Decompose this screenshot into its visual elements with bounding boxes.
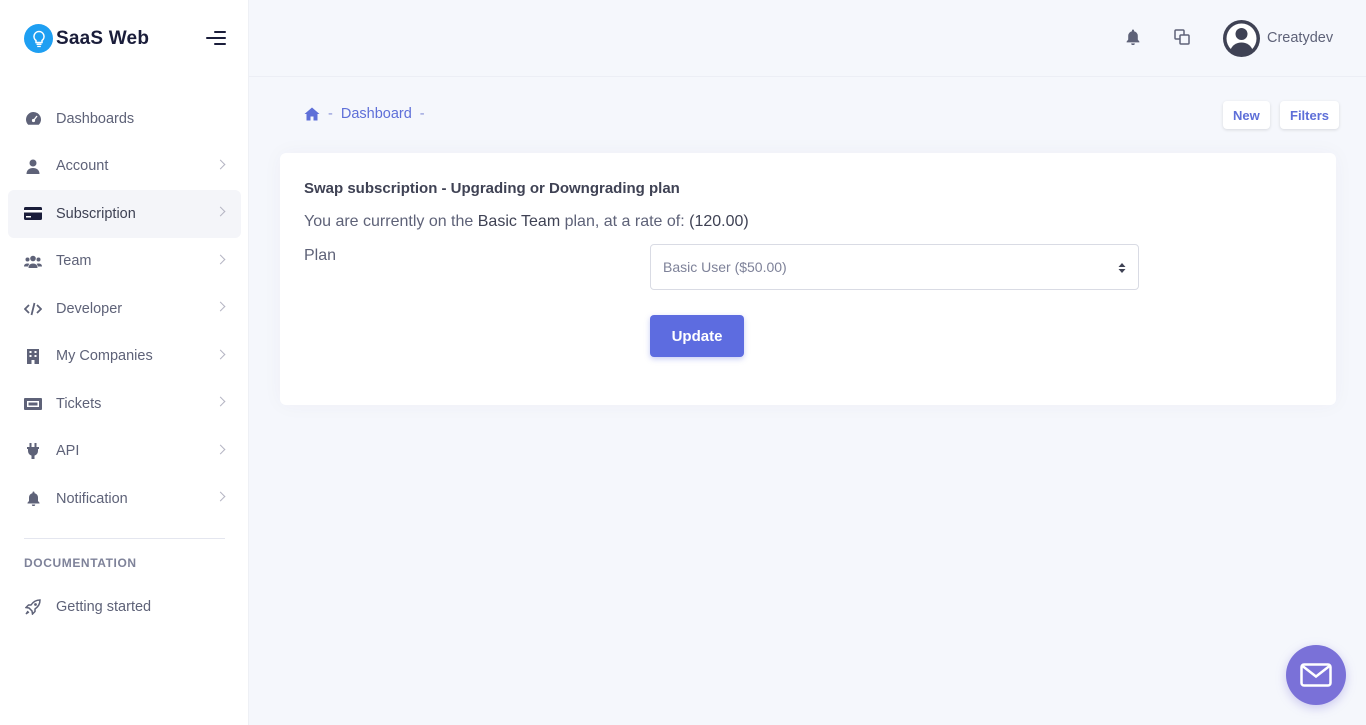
breadcrumb-separator: - bbox=[419, 106, 425, 122]
current-plan-text: You are currently on the Basic Team plan… bbox=[304, 213, 749, 231]
sidebar-nav: Dashboards Account Subscription Team Dev… bbox=[8, 95, 241, 523]
chevron-right-icon bbox=[215, 491, 226, 502]
sidebar-item-account[interactable]: Account bbox=[8, 143, 241, 191]
sidebar-item-tickets[interactable]: Tickets bbox=[8, 380, 241, 428]
building-icon bbox=[24, 347, 42, 365]
getting-started-link[interactable]: Getting started bbox=[8, 583, 241, 631]
filters-button[interactable]: Filters bbox=[1280, 101, 1340, 129]
breadcrumb: - Dashboard - bbox=[304, 106, 433, 122]
breadcrumb-separator: - bbox=[328, 106, 333, 122]
plug-icon bbox=[24, 442, 42, 460]
sidebar-item-dashboards[interactable]: Dashboards bbox=[8, 95, 241, 143]
chevron-right-icon bbox=[215, 349, 226, 359]
mail-fab-button[interactable] bbox=[1286, 645, 1346, 705]
sidebar-item-label: Developer bbox=[56, 300, 123, 317]
current-plan-name: Basic Team bbox=[477, 213, 561, 230]
current-plan-rate: (120.00) bbox=[689, 213, 749, 230]
chevron-right-icon bbox=[215, 254, 226, 264]
sidebar: SaaS Web Dashboards Account Subscription bbox=[0, 0, 249, 725]
sidebar-item-label: Subscription bbox=[56, 205, 136, 222]
plan-label: Plan bbox=[304, 247, 337, 264]
brand[interactable]: SaaS Web bbox=[24, 24, 149, 53]
user-icon bbox=[24, 157, 42, 175]
chevron-right-icon bbox=[215, 301, 226, 312]
sidebar-item-api[interactable]: API bbox=[8, 428, 241, 476]
getting-started-label: Getting started bbox=[56, 598, 152, 615]
username[interactable]: Creatydev bbox=[1267, 30, 1333, 46]
sidebar-item-label: Account bbox=[56, 158, 109, 175]
section-title-documentation: DOCUMENTATION bbox=[24, 556, 137, 570]
sort-arrows-icon bbox=[1118, 261, 1126, 273]
current-plan-middle: plan, at a rate of: bbox=[560, 213, 690, 230]
menu-toggle-icon[interactable] bbox=[206, 31, 226, 47]
sidebar-item-label: Tickets bbox=[56, 395, 102, 412]
plan-select-value: Basic User ($50.00) bbox=[663, 259, 787, 275]
lightbulb-logo-icon bbox=[24, 24, 53, 53]
sidebar-item-label: Dashboards bbox=[56, 110, 135, 127]
sidebar-divider bbox=[24, 538, 225, 539]
sidebar-item-label: Notification bbox=[56, 490, 128, 507]
brand-name: SaaS Web bbox=[56, 27, 150, 49]
swap-subscription-card: Swap subscription - Upgrading or Downgra… bbox=[280, 153, 1336, 405]
chevron-right-icon bbox=[215, 159, 226, 169]
update-button[interactable]: Update bbox=[650, 315, 744, 357]
dashboard-icon bbox=[24, 110, 42, 128]
sidebar-item-label: Team bbox=[56, 253, 92, 270]
chevron-right-icon bbox=[215, 206, 226, 217]
sidebar-item-label: API bbox=[56, 443, 80, 460]
sidebar-item-getting-started[interactable]: Getting started bbox=[8, 583, 241, 631]
sidebar-item-team[interactable]: Team bbox=[8, 238, 241, 286]
code-icon bbox=[24, 300, 42, 318]
top-header: Creatydev bbox=[249, 0, 1366, 77]
sidebar-item-my-companies[interactable]: My Companies bbox=[8, 333, 241, 381]
copy-windows-icon[interactable] bbox=[1174, 29, 1192, 47]
plan-select[interactable]: Basic User ($50.00) bbox=[650, 244, 1139, 290]
credit-card-icon bbox=[24, 205, 42, 223]
sidebar-item-subscription[interactable]: Subscription bbox=[8, 190, 241, 238]
card-title: Swap subscription - Upgrading or Downgra… bbox=[304, 180, 680, 197]
chevron-right-icon bbox=[215, 444, 226, 454]
users-icon bbox=[24, 252, 42, 270]
new-button[interactable]: New bbox=[1223, 101, 1270, 129]
current-plan-prefix: You are currently on the bbox=[304, 213, 478, 230]
home-icon[interactable] bbox=[304, 107, 320, 121]
sidebar-item-label: My Companies bbox=[56, 348, 153, 365]
ticket-icon bbox=[24, 395, 42, 413]
envelope-icon bbox=[1300, 663, 1332, 687]
user-avatar[interactable] bbox=[1223, 20, 1260, 57]
sidebar-item-notification[interactable]: Notification bbox=[8, 475, 241, 523]
breadcrumb-dashboard[interactable]: Dashboard bbox=[341, 106, 412, 122]
sidebar-item-developer[interactable]: Developer bbox=[8, 285, 241, 333]
chevron-right-icon bbox=[215, 396, 226, 407]
rocket-icon bbox=[24, 598, 42, 616]
bell-icon bbox=[24, 490, 42, 508]
notifications-bell-icon[interactable] bbox=[1126, 29, 1144, 47]
